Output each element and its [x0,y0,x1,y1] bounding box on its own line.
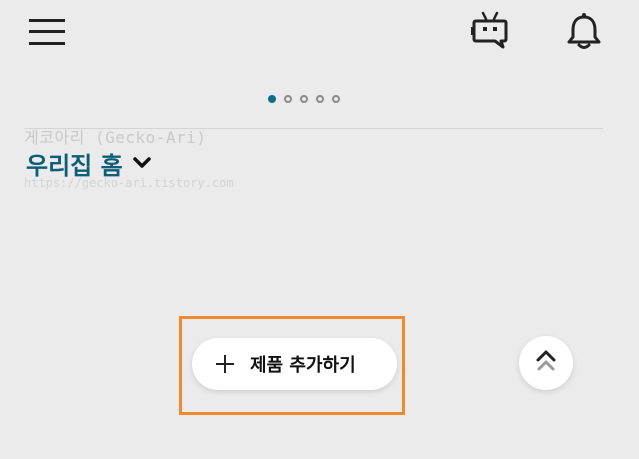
chatbot-icon[interactable] [466,8,514,52]
double-chevron-up-icon [536,350,556,376]
watermark-text: 게코아리 (Gecko-Ari) [24,128,207,147]
carousel-pagination [268,95,340,103]
scroll-to-top-button[interactable] [519,336,573,390]
home-selector[interactable]: 우리집 홈 [26,146,151,181]
home-title: 우리집 홈 [26,152,123,180]
hamburger-menu-icon[interactable] [22,10,72,54]
carousel-dot[interactable] [268,95,276,103]
carousel-dot[interactable] [316,95,324,103]
carousel-dot[interactable] [300,95,308,103]
chevron-down-icon [132,154,151,173]
carousel-dot[interactable] [332,95,340,103]
carousel-dot[interactable] [284,95,292,103]
highlight-box [179,316,405,415]
bell-icon[interactable] [560,8,608,54]
